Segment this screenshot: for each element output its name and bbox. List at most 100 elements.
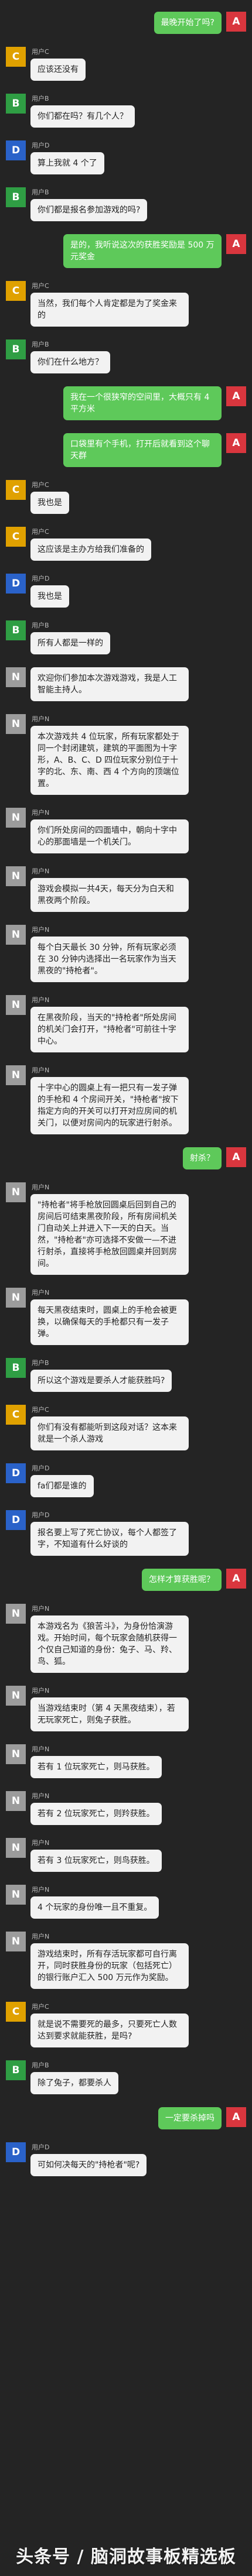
- user-avatar[interactable]: A: [226, 2107, 246, 2127]
- user-avatar[interactable]: N: [6, 1932, 26, 1951]
- chat-log: 最晚开始了吗? A C 用户C 应该还没有 B 用户B 你们都在吗？有几个人？ D 用户D 算上我就…: [0, 0, 252, 2576]
- user-avatar[interactable]: A: [226, 1147, 246, 1167]
- user-avatar[interactable]: A: [226, 386, 246, 406]
- message-body: 用户B 你们都在吗？有几个人？: [30, 94, 135, 128]
- message-bubble[interactable]: 你们所处房间的四面墙中，朝向十字中心的那面墙是一个机关门。: [30, 819, 189, 853]
- message-body: 用户C 这应该是主办方给我们准备的: [30, 527, 151, 561]
- chat-message: N 用户N 每个白天最长 30 分钟，所有玩家必须在 30 分钟内选择出一名玩家作为…: [6, 925, 246, 982]
- sender-name: 用户D: [32, 1511, 50, 1519]
- sender-name: 用户N: [32, 1289, 50, 1296]
- user-avatar[interactable]: N: [6, 1065, 26, 1085]
- message-bubble[interactable]: 你们都是报名参加游戏的吗?: [30, 199, 148, 221]
- user-avatar[interactable]: N: [6, 925, 26, 945]
- message-bubble[interactable]: 一定要杀掉吗: [158, 2107, 222, 2129]
- user-avatar[interactable]: B: [6, 94, 26, 114]
- message-bubble[interactable]: 我也是: [30, 585, 69, 608]
- message-bubble[interactable]: 本游戏名为《狼苦斗》，为身份恰演游戏。开始时间，每个玩家会随机获得一个仅自己知道…: [30, 1615, 189, 1673]
- message-bubble[interactable]: 每天黑夜结束时，圆桌上的手枪会被更换，以确保每天的手枪都只有一发子弹。: [30, 1299, 189, 1345]
- message-bubble[interactable]: 除了兔子，都要杀人: [30, 2072, 118, 2094]
- sender-name: 用户C: [32, 1406, 49, 1414]
- message-bubble[interactable]: 你们在什么地方？: [30, 351, 110, 373]
- user-avatar[interactable]: B: [6, 1358, 26, 1378]
- user-avatar[interactable]: C: [6, 527, 26, 547]
- message-body: 用户B 你们都是报名参加游戏的吗?: [30, 187, 148, 221]
- user-avatar[interactable]: C: [6, 480, 26, 500]
- message-bubble[interactable]: 所有人都是一样的: [30, 632, 110, 654]
- message-bubble[interactable]: 这应该是主办方给我们准备的: [30, 538, 151, 561]
- message-bubble[interactable]: 游戏结束时，所有存活玩家都可自行离开，同时获胜身份的玩家（包括死亡）的银行账户汇…: [30, 1943, 189, 1989]
- chat-message: C 用户C 你们有没有都能听到这段对话？这本来就是一个杀人游戏: [6, 1405, 246, 1450]
- sender-name: 用户N: [32, 1839, 50, 1847]
- user-avatar[interactable]: B: [6, 620, 26, 640]
- user-avatar[interactable]: N: [6, 1791, 26, 1811]
- user-avatar[interactable]: N: [6, 1686, 26, 1706]
- sender-name: 用户C: [32, 282, 49, 290]
- message-bubble[interactable]: 若有 2 位玩家死亡，则羚获胜。: [30, 1803, 162, 1825]
- message-bubble[interactable]: 本次游戏共 4 位玩家，所有玩家都处于同一个封闭建筑，建筑的平面图为十字形，A、…: [30, 726, 189, 795]
- message-body: 用户B 你们在什么地方？: [30, 339, 110, 373]
- message-bubble[interactable]: 欢迎你们参加本次游戏游戏，我是人工智能主持人。: [30, 667, 189, 701]
- user-avatar[interactable]: N: [6, 866, 26, 886]
- message-bubble[interactable]: 4 个玩家的身份唯一且不重复。: [30, 1896, 159, 1919]
- message-bubble[interactable]: 我也是: [30, 492, 69, 514]
- message-bubble[interactable]: 若有 3 位玩家死亡，则鸟获胜。: [30, 1850, 162, 1872]
- sender-name: 用户B: [32, 2062, 49, 2069]
- message-bubble[interactable]: 就是说不需要死的最多，只要死亡人数达到要求就能获胜，是吗?: [30, 2014, 189, 2047]
- message-bubble[interactable]: 最晚开始了吗?: [154, 12, 222, 34]
- user-avatar[interactable]: C: [6, 2002, 26, 2022]
- message-bubble[interactable]: 口袋里有个手机，打开后就看到这个聊天群: [63, 433, 222, 467]
- message-bubble[interactable]: 当然，我们每个人肯定都是为了奖金来的: [30, 293, 189, 327]
- sender-name: 用户B: [32, 188, 49, 196]
- user-avatar[interactable]: B: [6, 187, 26, 207]
- message-bubble[interactable]: 在黑夜阶段，当天的"持枪者"所处房间的机关门会打开，"持枪者"可前往十字中心。: [30, 1007, 189, 1052]
- user-avatar[interactable]: A: [226, 234, 246, 254]
- user-avatar[interactable]: B: [6, 2060, 26, 2080]
- user-avatar[interactable]: N: [6, 667, 26, 687]
- user-avatar[interactable]: D: [6, 2142, 26, 2162]
- user-avatar[interactable]: C: [6, 47, 26, 67]
- chat-message: 口袋里有个手机，打开后就看到这个聊天群 A: [6, 433, 246, 467]
- message-bubble[interactable]: 可如何决每天的"持枪者"呢?: [30, 2154, 147, 2176]
- message-bubble[interactable]: 报名要上写了死亡协议，每个人都签了字，不知道有什么好谈的: [30, 1522, 189, 1556]
- message-bubble[interactable]: 算上我就 4 个了: [30, 152, 104, 174]
- user-avatar[interactable]: N: [6, 1885, 26, 1905]
- message-bubble[interactable]: 你们都在吗？有几个人？: [30, 105, 135, 128]
- message-bubble[interactable]: 十字中心的圆桌上有一把只有一发子弹的手枪和 4 个房间开关，"持枪者"按下指定方…: [30, 1077, 189, 1134]
- user-avatar[interactable]: D: [6, 1510, 26, 1530]
- chat-message: B 用户B 你们在什么地方？: [6, 339, 246, 373]
- user-avatar[interactable]: A: [226, 12, 246, 32]
- sender-name: 用户N: [32, 809, 50, 817]
- user-avatar[interactable]: N: [6, 714, 26, 734]
- user-avatar[interactable]: N: [6, 995, 26, 1015]
- message-bubble[interactable]: 怎样才算获胜呢？: [142, 1569, 222, 1591]
- user-avatar[interactable]: N: [6, 1838, 26, 1858]
- message-body: 用户C 你们有没有都能听到这段对话？这本来就是一个杀人游戏: [30, 1405, 189, 1450]
- user-avatar[interactable]: D: [6, 1463, 26, 1483]
- message-bubble[interactable]: "持枪者"将手枪放回圆桌后回到自己的房间后可结束黑夜阶段，所有房间机关门自动关上…: [30, 1194, 189, 1275]
- message-bubble[interactable]: 所以这个游戏是要杀人才能获胜吗?: [30, 1370, 172, 1392]
- message-bubble[interactable]: 每个白天最长 30 分钟，所有玩家必须在 30 分钟内选择出一名玩家作为当天黑夜…: [30, 937, 189, 982]
- message-bubble[interactable]: 游戏会模拟一共4天，每天分为白天和黑夜两个阶段。: [30, 878, 189, 912]
- message-bubble[interactable]: fa们都是谁的: [30, 1475, 94, 1497]
- user-avatar[interactable]: D: [6, 140, 26, 160]
- message-bubble[interactable]: 你们有没有都能听到这段对话？这本来就是一个杀人游戏: [30, 1416, 189, 1450]
- message-bubble[interactable]: 射杀？: [183, 1147, 222, 1169]
- message-bubble[interactable]: 当游戏结束时（第 4 天黑夜结束），若无玩家死亡，则兔子获胜。: [30, 1697, 189, 1731]
- message-bubble[interactable]: 若有 1 位玩家死亡，则马获胜。: [30, 1756, 162, 1778]
- user-avatar[interactable]: N: [6, 1604, 26, 1624]
- user-avatar[interactable]: A: [226, 433, 246, 453]
- message-bubble[interactable]: 是的，我听说这次的获胜奖励是 500 万元奖金: [63, 234, 222, 268]
- user-avatar[interactable]: N: [6, 1288, 26, 1308]
- message-bubble[interactable]: 我在一个很狭窄的空间里，大概只有 4 平方米: [63, 386, 222, 420]
- message-bubble[interactable]: 应该还没有: [30, 59, 86, 81]
- message-body: 用户C 我也是: [30, 480, 69, 514]
- user-avatar[interactable]: C: [6, 1405, 26, 1425]
- user-avatar[interactable]: N: [6, 808, 26, 828]
- user-avatar[interactable]: A: [226, 1569, 246, 1589]
- user-avatar[interactable]: N: [6, 1182, 26, 1202]
- chat-message: D 用户D 我也是: [6, 574, 246, 608]
- user-avatar[interactable]: B: [6, 339, 26, 359]
- user-avatar[interactable]: C: [6, 281, 26, 301]
- user-avatar[interactable]: N: [6, 1744, 26, 1764]
- user-avatar[interactable]: D: [6, 574, 26, 594]
